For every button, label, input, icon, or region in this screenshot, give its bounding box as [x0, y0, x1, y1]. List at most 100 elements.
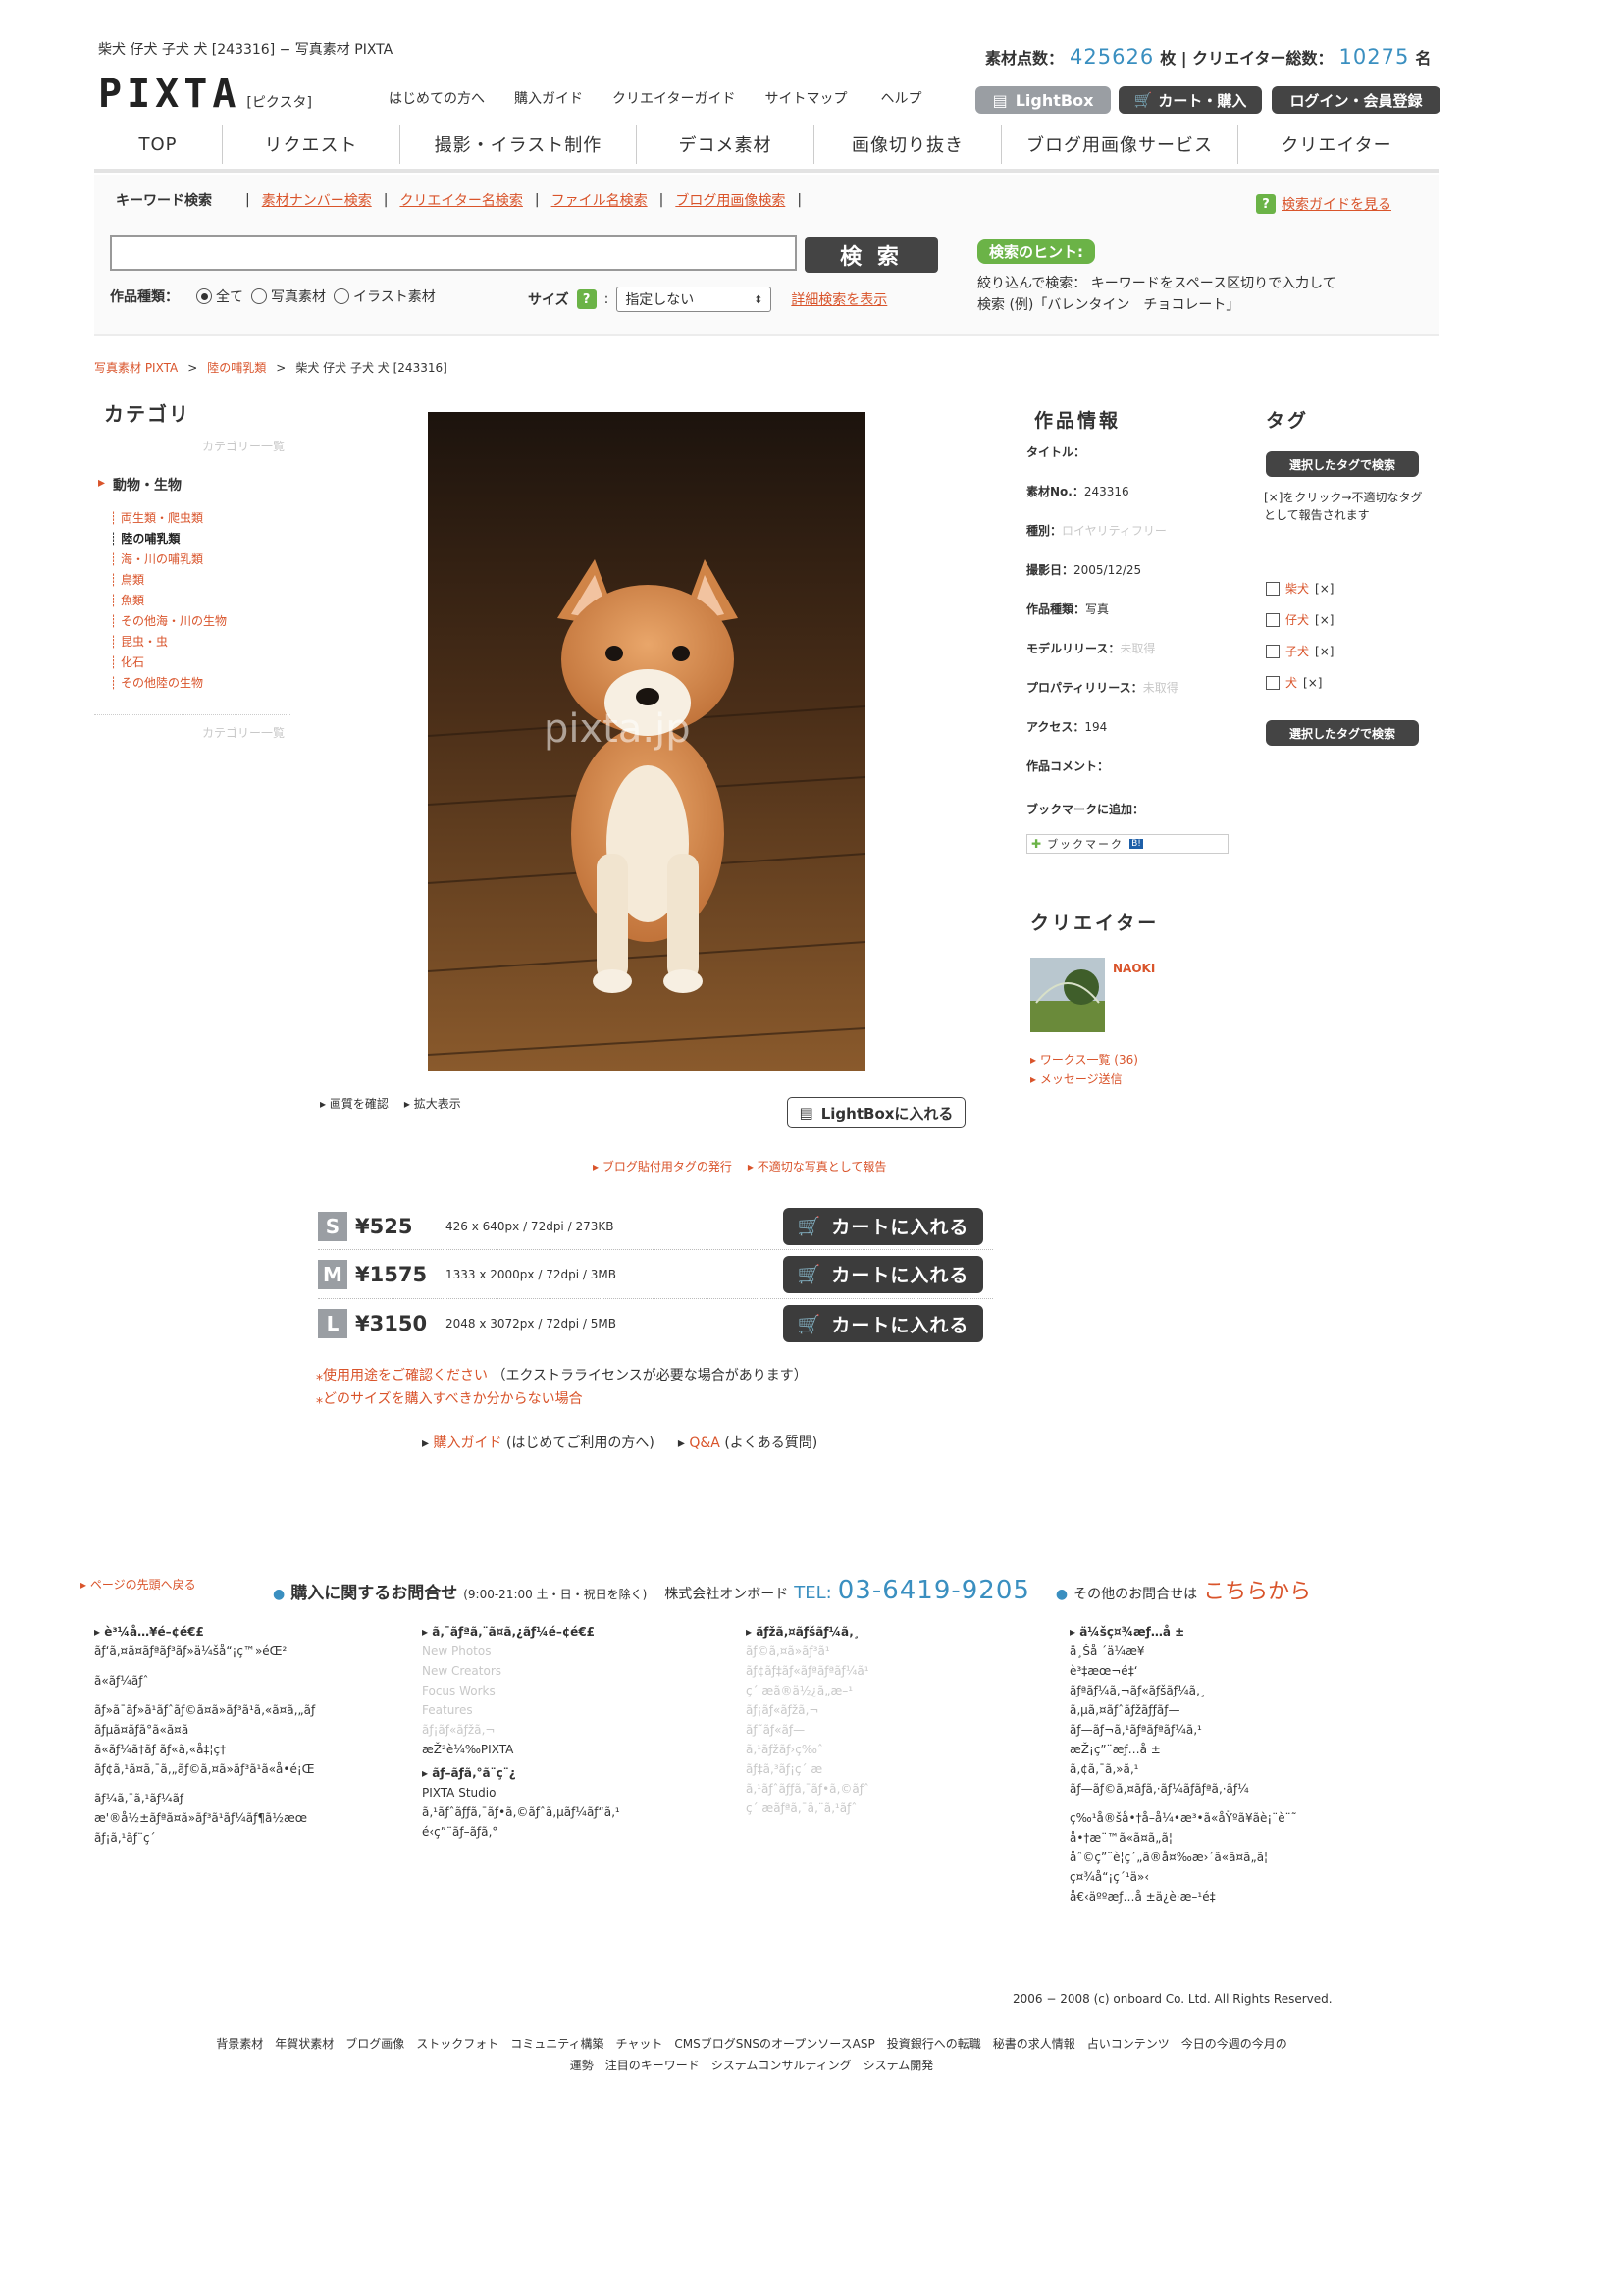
tag-link[interactable]: 犬 [1285, 667, 1297, 699]
type-option-illust[interactable]: イラスト素材 [334, 287, 436, 306]
footer-link[interactable]: ãƒ¡ãƒ«ãƒžã‚¬ [746, 1703, 1040, 1717]
tab-filename-search[interactable]: ファイル名検索 [551, 190, 648, 210]
bookmark-widget[interactable]: ✚ ブックマーク B! [1026, 834, 1229, 854]
footer-link[interactable]: Focus Works [422, 1684, 716, 1697]
add-to-cart-button-m[interactable]: 🛒 カートに入れる [783, 1255, 983, 1293]
which-size-link[interactable]: ⁎どのサイズを購入すべきか分からない場合 [316, 1387, 808, 1411]
sidebar-item-amphibians[interactable]: ┊ 両生類・爬虫類 [110, 508, 227, 529]
breadcrumb-item-category[interactable]: 陸の哺乳類 [207, 359, 266, 376]
hatena-b-icon[interactable]: B! [1129, 839, 1143, 849]
tab-blog-image-search[interactable]: ブログ用画像検索 [675, 190, 785, 210]
footer-link[interactable]: ãƒ©ã‚¤ã»ãƒ³ã¹ [746, 1644, 1040, 1658]
tab-keyword-search[interactable]: キーワード検索 [116, 190, 212, 210]
report-link[interactable]: ▸ 不適切な写真として報告 [748, 1158, 887, 1174]
add-to-cart-button-s[interactable]: 🛒 カートに入れる [783, 1207, 983, 1245]
footer-link[interactable]: ã‚µã‚¤ãƒˆãƒžãƒƒãƒ— [1070, 1703, 1403, 1717]
footer-link[interactable]: å€‹äººæƒ…å ±ä¿è­·æ–¹é‡ [1070, 1890, 1403, 1904]
tag-report-x[interactable]: [×] [1315, 573, 1334, 604]
breadcrumb-item-home[interactable]: 写真素材 PIXTA [94, 359, 178, 376]
detail-search-link[interactable]: 詳細検索を表示 [791, 289, 887, 309]
footer-link[interactable]: ãƒªãƒ¼ã‚¬ãƒ«ãƒšãƒ¼ã‚¸ [1070, 1684, 1403, 1697]
footer-link[interactable]: ã‚¹ãƒˆãƒƒã‚¯ãƒ•ã‚©ãƒˆã‚µãƒ¼ãƒ“ã‚¹ [422, 1805, 716, 1819]
footer-link[interactable]: ãƒ¡ã‚¹ãƒ¨ç´ [94, 1831, 408, 1845]
footer-link[interactable]: åˆ©ç”¨è¦ç´„ã®å¤‰æ›´ã«ã¤ã„ã¦ [1070, 1851, 1403, 1864]
footer-link[interactable]: ãƒµã¤ãƒã°ã«ã¤ã [94, 1723, 408, 1737]
creator-works-link[interactable]: ▸ ワークス一覧 (36) [1030, 1050, 1138, 1070]
nav-tab-decome[interactable]: デコメ素材 [637, 131, 813, 157]
header-link-creator-guide[interactable]: クリエイターガイド [612, 88, 735, 108]
search-button[interactable]: 検 索 [805, 237, 938, 273]
tag-report-x[interactable]: [×] [1303, 667, 1322, 699]
creator-message-link[interactable]: ▸ メッセージ送信 [1030, 1070, 1138, 1089]
tag-search-button-bottom[interactable]: 選択したタグで検索 [1266, 720, 1419, 746]
qa-link[interactable]: Q&A [689, 1435, 720, 1451]
checkbox-icon[interactable] [1266, 613, 1280, 627]
type-option-all[interactable]: 全て [196, 287, 243, 306]
tag-link[interactable]: 柴犬 [1285, 573, 1309, 604]
type-option-photo[interactable]: 写真素材 [251, 287, 326, 306]
main-photo[interactable]: pixta.jp [428, 412, 865, 1071]
nav-tab-creator[interactable]: クリエイター [1238, 131, 1435, 157]
purchase-guide-link[interactable]: 購入ガイド [433, 1435, 501, 1451]
logo[interactable]: PIXTA [ピクスタ] [98, 75, 312, 114]
tag-report-x[interactable]: [×] [1315, 604, 1334, 636]
add-to-cart-button-l[interactable]: 🛒 カートに入れる [783, 1305, 983, 1342]
footer-link[interactable]: ãƒ—ãƒ¬ã‚¹ãƒªãƒªãƒ¼ã‚¹ [1070, 1723, 1403, 1737]
sidebar-item-fish[interactable]: ┊ 魚類 [110, 591, 227, 611]
creator-avatar[interactable] [1030, 958, 1105, 1032]
footer-link[interactable]: ãƒ¢ã‚¹ã¤ã‚¯ã‚„ãƒ©ã‚¤ã»ãƒ³ã¹ã«å•é¡Œ [94, 1762, 408, 1776]
header-link-purchase-guide[interactable]: 購入ガイド [514, 88, 583, 108]
footer-link[interactable]: ãƒ»ã¯ãƒ»ã¹ãƒˆãƒ©ã¤ã»ãƒ³ã¹ã‚«ã¤ã‚„ãƒ [94, 1703, 408, 1717]
search-input[interactable] [110, 235, 797, 271]
usage-check-link[interactable]: ⁎使用用途をご確認ください [316, 1368, 488, 1383]
nav-tab-shooting[interactable]: 撮影・イラスト制作 [400, 131, 636, 157]
creator-name-link[interactable]: NAOKI [1113, 962, 1155, 975]
footer-link[interactable]: ã«ãƒ¼ã†ãƒ ãƒ«ã‚«å‡¦ç† [94, 1743, 408, 1756]
footer-link[interactable]: æŽ¡ç”¨æƒ…å ± [1070, 1743, 1403, 1756]
sidebar-item-birds[interactable]: ┊ 鳥類 [110, 570, 227, 591]
footer-link[interactable]: ã‚¹ãƒžãƒ›ç‰ˆ [746, 1743, 1040, 1756]
footer-link[interactable]: ãƒ˜ãƒ«ãƒ— [746, 1723, 1040, 1737]
footer-link[interactable]: å•†æ¨™ã«ã¤ã„ã¦ [1070, 1831, 1403, 1845]
sidebar-item-insects[interactable]: ┊ 昆虫・虫 [110, 632, 227, 652]
tag-link[interactable]: 仔犬 [1285, 604, 1309, 636]
sidebar-parent-category[interactable]: ▸ 動物・生物 [98, 475, 182, 495]
footer-link[interactable]: New Photos [422, 1644, 716, 1658]
footer-link[interactable]: æ'®å½±ãƒªã¤ã»ãƒ³ã¹ãƒ¼ãƒ¶ã½æœ [94, 1811, 408, 1825]
blog-tag-link[interactable]: ▸ ブログ貼付用タグの発行 [593, 1158, 732, 1174]
nav-tab-request[interactable]: リクエスト [223, 131, 399, 157]
lightbox-button[interactable]: ▤ LightBox [975, 86, 1111, 114]
footer-link[interactable]: è³‡æœ¬é‡‘ [1070, 1664, 1403, 1678]
footer-link[interactable]: ã«ãƒ¼ãƒˆ [94, 1674, 408, 1688]
nav-tab-blog-images[interactable]: ブログ用画像サービス [1002, 131, 1237, 157]
size-select[interactable]: 指定しない ⬍ [616, 287, 772, 312]
footer-link[interactable]: ãƒ¢ãƒ‡ãƒ«ãƒªãƒªãƒ¼ã¹ [746, 1664, 1040, 1678]
zoom-link[interactable]: ▸ 拡大表示 [404, 1095, 461, 1112]
footer-link[interactable]: ä¸Šå ´ä¼æ¥­ [1070, 1644, 1403, 1658]
bottom-links-line[interactable]: 運勢 注目のキーワード システムコンサルティング システム開発 [94, 2055, 1409, 2076]
sidebar-item-other-land[interactable]: ┊ その他陸の生物 [110, 673, 227, 694]
footer-link[interactable]: New Creators [422, 1664, 716, 1678]
checkbox-icon[interactable] [1266, 645, 1280, 658]
sidebar-item-land-mammals[interactable]: ┊ 陸の哺乳類 [110, 529, 227, 549]
footer-link[interactable]: PIXTA Studio [422, 1786, 716, 1800]
footer-link[interactable]: ãƒ‡ã‚³ãƒ¡ç´ æ [746, 1762, 1040, 1776]
checkbox-icon[interactable] [1266, 676, 1280, 690]
footer-link[interactable]: ãƒ¼ã‚¯ã‚¹ãƒ¼ãƒ [94, 1792, 408, 1805]
nav-tab-clipping[interactable]: 画像切り抜き [814, 131, 1001, 157]
header-link-help[interactable]: ヘルプ [880, 88, 921, 108]
check-quality-link[interactable]: ▸ 画質を確認 [320, 1095, 389, 1112]
cart-purchase-button[interactable]: 🛒 カート・購入 [1119, 86, 1262, 114]
footer-link[interactable]: Features [422, 1703, 716, 1717]
tab-number-search[interactable]: 素材ナンバー検索 [262, 190, 372, 210]
sidebar-item-other-sea[interactable]: ┊ その他海・川の生物 [110, 611, 227, 632]
tag-link[interactable]: 子犬 [1285, 636, 1309, 667]
search-guide-link[interactable]: 検索ガイドを見る [1282, 194, 1391, 214]
footer-link[interactable]: ã‚¹ãƒˆãƒƒã‚¯ãƒ•ã‚©ãƒˆ [746, 1782, 1040, 1796]
tab-creator-search[interactable]: クリエイター名検索 [399, 190, 522, 210]
footer-link[interactable]: ç´ æãƒªã‚¯ã‚¨ã‚¹ãƒˆ [746, 1801, 1040, 1815]
header-link-sitemap[interactable]: サイトマップ [764, 88, 847, 108]
login-register-button[interactable]: ログイン・会員登録 [1272, 86, 1440, 114]
sidebar-category-list-link-bottom[interactable]: カテゴリー一覧 [202, 724, 285, 741]
search-guide[interactable]: ? 検索ガイドを見る [1256, 194, 1391, 214]
